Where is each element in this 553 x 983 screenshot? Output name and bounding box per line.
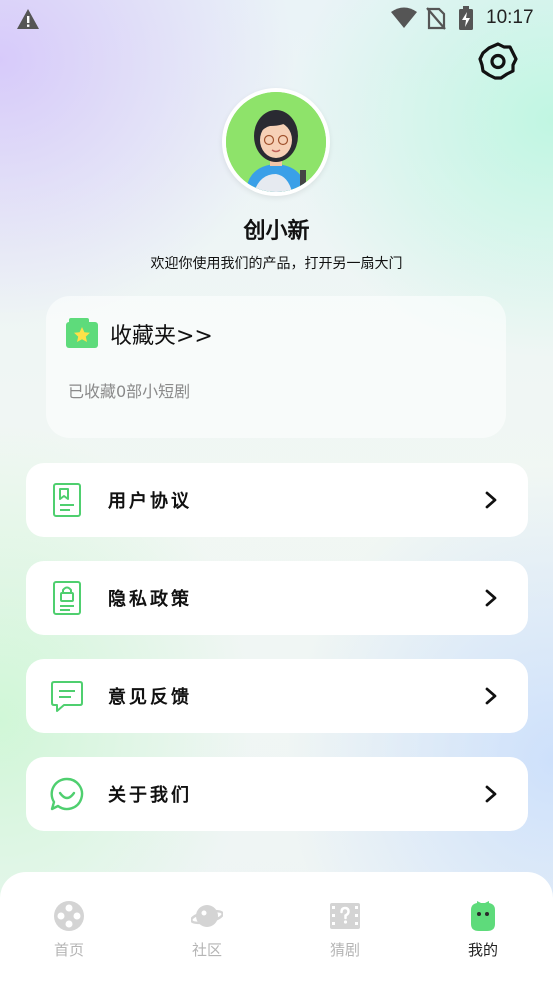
nav-label: 我的 — [467, 941, 498, 959]
nav-item-community[interactable]: 社区 — [138, 872, 276, 983]
menu-item-user-agreement[interactable]: 用户协议 — [26, 463, 528, 537]
user-name: 创小新 — [243, 219, 310, 244]
document-icon — [53, 483, 81, 517]
menu-item-label: 意见反馈 — [108, 687, 192, 708]
status-time: 10:17 — [486, 7, 534, 28]
gear-icon — [478, 42, 518, 80]
favorites-card[interactable]: 收藏夹>> 已收藏0部小短剧 — [46, 296, 506, 438]
nav-item-mine[interactable]: 我的 — [414, 872, 552, 983]
avatar-illustration — [226, 92, 326, 192]
menu-item-privacy-policy[interactable]: 隐私政策 — [26, 561, 528, 635]
chat-bubble-icon — [50, 777, 84, 811]
nav-item-home[interactable]: 首页 — [0, 872, 138, 983]
menu-item-feedback[interactable]: 意见反馈 — [26, 659, 528, 733]
nav-label: 首页 — [53, 941, 84, 959]
lock-document-icon — [53, 581, 81, 615]
menu-item-label: 用户协议 — [108, 491, 192, 512]
favorites-title: 收藏夹>> — [110, 324, 213, 349]
avatar[interactable] — [222, 88, 330, 196]
nav-label: 社区 — [191, 941, 222, 959]
no-sim-icon — [426, 7, 446, 30]
smiley-icon — [471, 901, 495, 931]
favorites-count: 已收藏0部小短剧 — [68, 382, 191, 401]
user-slogan: 欢迎你使用我们的产品，打开另一扇大门 — [150, 256, 403, 272]
menu-item-label: 隐私政策 — [108, 589, 192, 610]
warning-icon — [17, 9, 39, 29]
nav-item-guess[interactable]: 猜剧 — [276, 872, 414, 983]
status-bar: 10:17 — [0, 0, 553, 38]
menu-item-label: 关于我们 — [108, 785, 192, 806]
message-icon — [51, 681, 83, 712]
menu-item-about-us[interactable]: 关于我们 — [26, 757, 528, 831]
chevron-right-icon — [485, 589, 497, 607]
chevron-right-icon — [485, 687, 497, 705]
wifi-icon — [391, 7, 417, 28]
nav-label: 猜剧 — [329, 941, 360, 959]
chevron-right-icon — [485, 785, 497, 803]
folder-star-icon — [66, 318, 98, 348]
film-question-icon — [330, 903, 360, 929]
film-reel-icon — [54, 901, 84, 931]
settings-button[interactable] — [476, 40, 520, 84]
planet-icon — [191, 905, 223, 927]
bottom-nav: 首页 社区 猜剧 我的 — [0, 872, 553, 983]
battery-charging-icon — [459, 6, 473, 30]
chevron-right-icon — [485, 491, 497, 509]
